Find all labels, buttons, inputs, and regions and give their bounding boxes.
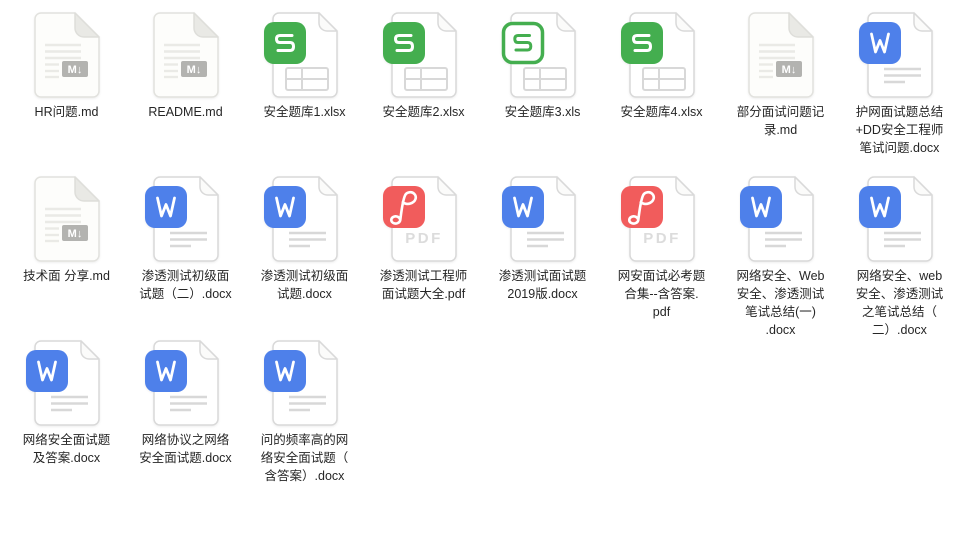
markdown-file-icon: M↓	[747, 12, 814, 98]
file-icon: M↓	[25, 175, 109, 263]
file-name: 问的频率高的网 络安全面试题（ 含答案）.docx	[260, 433, 349, 483]
file-icon: M↓	[858, 175, 942, 263]
file-item[interactable]: M↓	[602, 0, 721, 164]
file-item[interactable]: M↓	[7, 328, 126, 492]
file-item[interactable]: M↓	[721, 164, 840, 337]
word-file-icon	[739, 176, 814, 262]
file-icon: M↓	[739, 11, 823, 99]
file-name: 技术面 分享.md	[23, 269, 110, 283]
file-name: 网络安全面试题 及答案.docx	[22, 433, 111, 465]
file-item[interactable]: M↓	[840, 0, 959, 164]
pdf-badge	[382, 186, 425, 228]
file-icon: M↓	[620, 11, 704, 99]
pdf-file-icon: PDF	[382, 176, 457, 262]
word-file-icon	[263, 176, 338, 262]
word-file-icon	[25, 340, 100, 426]
word-file-icon	[501, 176, 576, 262]
file-item[interactable]: M↓	[7, 0, 126, 164]
file-item[interactable]: M↓	[602, 164, 721, 328]
md-badge-label: M↓	[781, 64, 796, 76]
file-item[interactable]: M↓	[126, 164, 245, 328]
file-icon: M↓	[382, 175, 466, 263]
file-name: 渗透测试面试题 2019版.docx	[498, 269, 587, 301]
file-icon: M↓	[858, 11, 942, 99]
excel-file-icon	[620, 12, 695, 98]
file-item[interactable]: M↓	[245, 164, 364, 328]
pdf-badge	[620, 186, 663, 228]
excel-file-icon	[263, 12, 338, 98]
file-item[interactable]: M↓	[245, 0, 364, 164]
md-badge-label: M↓	[67, 228, 82, 240]
file-icon: M↓	[501, 11, 585, 99]
file-item[interactable]: M↓	[483, 0, 602, 164]
file-item[interactable]: M↓	[721, 0, 840, 164]
file-icon: M↓	[25, 11, 109, 99]
file-name: 护网面试题总结 +DD安全工程师 笔试问题.docx	[855, 105, 944, 155]
file-name: 安全题库4.xlsx	[620, 105, 703, 119]
file-icon: M↓	[25, 339, 109, 427]
word-file-icon	[144, 176, 219, 262]
excel-xls-file-icon	[501, 12, 576, 98]
file-grid: M↓ HR问题.md M↓ README.md 安全题库1.xlsx 安全题库2…	[0, 0, 963, 492]
file-name: 网络安全、web 安全、渗透测试 之笔试总结（ 二）.docx	[855, 269, 944, 337]
file-item[interactable]: M↓	[364, 164, 483, 328]
word-file-icon	[263, 340, 338, 426]
file-item[interactable]: M↓	[245, 328, 364, 492]
file-item[interactable]: M↓	[840, 164, 959, 337]
file-name: 部分面试问题记 录.md	[736, 105, 825, 137]
pdf-page-label: PDF	[405, 230, 443, 247]
pdf-file-icon: PDF	[620, 176, 695, 262]
file-icon: M↓	[739, 175, 823, 263]
md-badge-label: M↓	[67, 64, 82, 76]
file-name: 安全题库2.xlsx	[382, 105, 465, 119]
file-name: 网络安全、Web 安全、渗透测试 笔试总结(一) .docx	[736, 269, 825, 337]
file-item[interactable]: M↓	[7, 164, 126, 328]
pdf-page-label: PDF	[643, 230, 681, 247]
word-file-icon	[858, 12, 933, 98]
file-name: 渗透测试初级面 试题（二）.docx	[139, 269, 232, 301]
file-icon: M↓	[501, 175, 585, 263]
file-icon: M↓	[144, 175, 228, 263]
markdown-file-icon: M↓	[33, 176, 100, 262]
file-name: 渗透测试工程师 面试题大全.pdf	[379, 269, 468, 301]
file-item[interactable]: M↓	[483, 164, 602, 328]
file-item[interactable]: M↓	[364, 0, 483, 164]
file-name: 网络协议之网络 安全面试题.docx	[139, 433, 232, 465]
file-item[interactable]: M↓	[126, 328, 245, 492]
file-icon: M↓	[263, 175, 347, 263]
file-name: 安全题库3.xls	[504, 105, 581, 119]
file-icon: M↓	[263, 339, 347, 427]
file-name: 网安面试必考题 合集--含答案. pdf	[617, 269, 706, 319]
file-name: README.md	[148, 105, 223, 119]
file-icon: M↓	[144, 339, 228, 427]
excel-file-icon	[382, 12, 457, 98]
word-file-icon	[858, 176, 933, 262]
markdown-file-icon: M↓	[152, 12, 219, 98]
file-name: 渗透测试初级面 试题.docx	[260, 269, 349, 301]
file-icon: M↓	[620, 175, 704, 263]
md-badge-label: M↓	[186, 64, 201, 76]
file-icon: M↓	[382, 11, 466, 99]
file-icon: M↓	[144, 11, 228, 99]
file-name: 安全题库1.xlsx	[263, 105, 346, 119]
markdown-file-icon: M↓	[33, 12, 100, 98]
file-name: HR问题.md	[34, 105, 99, 119]
word-file-icon	[144, 340, 219, 426]
file-item[interactable]: M↓	[126, 0, 245, 164]
file-icon: M↓	[263, 11, 347, 99]
